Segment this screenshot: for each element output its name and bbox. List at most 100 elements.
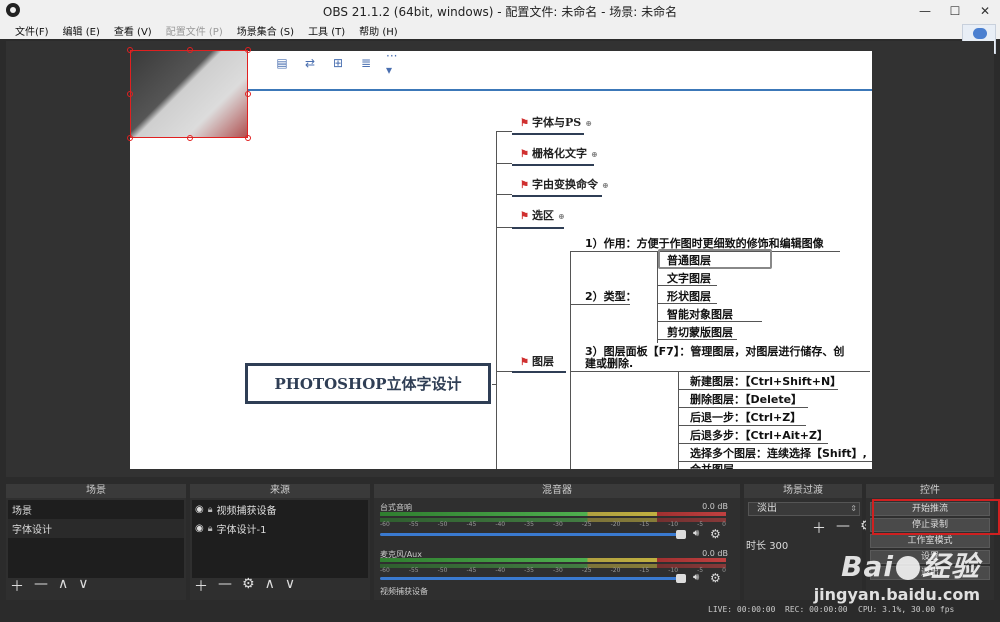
connector [570, 304, 630, 305]
resize-handle[interactable] [245, 47, 251, 53]
live-timer: LIVE: 00:00:00 [708, 605, 776, 614]
move-down-button[interactable]: ∨ [285, 576, 295, 596]
gear-icon[interactable]: ⚙ [710, 571, 721, 585]
cpu-fps: CPU: 3.1%, 30.00 fps [858, 605, 955, 614]
branch-node-layers[interactable]: ⚑ 图层 [520, 353, 554, 369]
minimize-button[interactable]: — [910, 0, 940, 21]
remove-source-button[interactable]: — [218, 576, 232, 596]
resize-handle[interactable] [187, 47, 193, 53]
volume-slider[interactable] [380, 577, 682, 580]
branch-node[interactable]: ⚑ 选区 ⊕ [520, 207, 565, 223]
save-icon[interactable]: ▤ [274, 56, 290, 70]
op-item[interactable]: 选择多个图层：连续选择【Shift】, [690, 445, 867, 461]
sources-dock: 来源 ◉ 🔒︎ 视频捕获设备 ◉ 🔒︎ 字体设计-1 ＋ — ⚙ ∧ ∨ [190, 484, 370, 600]
connector [570, 371, 870, 372]
eye-icon[interactable]: ◉ [195, 504, 204, 515]
add-transition-button[interactable]: ＋ [812, 518, 826, 538]
volume-slider-knob[interactable] [676, 530, 686, 539]
layer-type-label[interactable]: 2）类型： [585, 288, 637, 304]
preview-area[interactable]: ▤ ⇄ ⊞ ≣ ··· ▾ ⚑ 字体与PS ⊕ ⚑ 栅格化文字 ⊕ ⚑ 字由变换命令 ⊕ ⚑… [6, 41, 994, 477]
branch-underline [512, 133, 584, 135]
channel-db: 0.0 dB [702, 549, 728, 558]
resize-handle[interactable] [245, 91, 251, 97]
maximize-button[interactable]: ☐ [940, 0, 970, 21]
op-item[interactable]: 合并图层 [690, 461, 734, 469]
central-topic[interactable]: PHOTOSHOP立体字设计 [245, 363, 491, 404]
branch-node[interactable]: ⚑ 字由变换命令 ⊕ [520, 176, 609, 192]
resize-handle[interactable] [127, 91, 133, 97]
paw-logo-icon [895, 556, 920, 580]
menu-edit[interactable]: 编辑 (E) [56, 21, 107, 39]
scene-item[interactable]: 字体设计 [8, 519, 184, 538]
swap-icon[interactable]: ⇄ [302, 56, 318, 70]
add-source-button[interactable]: ＋ [194, 576, 208, 596]
op-item[interactable]: 后退多步：【Ctrl+Ait+Z】 [690, 427, 828, 443]
menu-scene-collection[interactable]: 场景集合 (S) [230, 21, 301, 39]
volume-slider[interactable] [380, 533, 682, 536]
source-item[interactable]: ◉ 🔒︎ 字体设计-1 [192, 519, 368, 538]
source-label: 字体设计-1 [216, 525, 267, 536]
transition-select[interactable]: 淡出 ⇕ [748, 502, 860, 516]
resize-handle[interactable] [245, 135, 251, 141]
meter-ticks: -60 -55 -50 -45 -40 -35 -30 -25 -20 -15 -10 -5 0 [380, 521, 726, 528]
meter-ticks: -60 -55 -50 -45 -40 -35 -30 -25 -20 -15 -10 -5 0 [380, 567, 726, 574]
sources-list[interactable]: ◉ 🔒︎ 视频捕获设备 ◉ 🔒︎ 字体设计-1 [192, 500, 368, 578]
window-title: OBS 21.1.2 (64bit, windows) - 配置文件: 未命名 … [322, 5, 678, 19]
branch-connector [496, 131, 497, 469]
type-item[interactable]: 普通图层 [667, 252, 711, 268]
move-up-button[interactable]: ∧ [265, 576, 275, 596]
add-scene-button[interactable]: ＋ [10, 576, 24, 596]
mixer-channels: 台式音响 0.0 dB -60 -55 -50 -45 -40 -35 -30 -25 -20-… [376, 500, 738, 598]
branch-underline [512, 227, 564, 229]
menu-help[interactable]: 帮助 (H) [352, 21, 405, 39]
more-icon[interactable]: ··· ▾ [386, 51, 402, 77]
branch-node[interactable]: ⚑ 字体与PS ⊕ [520, 114, 592, 130]
lock-icon[interactable]: 🔒︎ [208, 505, 213, 515]
volume-slider-knob[interactable] [676, 574, 686, 583]
type-item[interactable]: 剪切蒙版图层 [667, 324, 733, 340]
lock-icon[interactable]: 🔒︎ [208, 524, 213, 534]
speaker-icon[interactable]: 🔊︎ [693, 528, 699, 539]
close-button[interactable]: ✕ [970, 0, 1000, 21]
connector [678, 443, 828, 444]
remove-transition-button[interactable]: — [836, 518, 850, 538]
branch-underline [512, 195, 602, 197]
type-item[interactable]: 文字图层 [667, 270, 711, 286]
layer-panel-text-cont[interactable]: 建或删除. [585, 355, 633, 371]
scenes-list[interactable]: 场景 字体设计 [8, 500, 184, 578]
branch-node[interactable]: ⚑ 栅格化文字 ⊕ [520, 145, 598, 161]
mixer-dock: 混音器 台式音响 0.0 dB -60 -55 -50 -45 -40 -35 -30 -25… [374, 484, 740, 600]
source-settings-gear-icon[interactable]: ⚙ [242, 576, 255, 596]
video-capture-source[interactable] [127, 47, 251, 141]
menu-tools[interactable]: 工具 (T) [301, 21, 352, 39]
menu-view[interactable]: 查看 (V) [107, 21, 159, 39]
move-down-button[interactable]: ∨ [78, 576, 88, 596]
resize-handle[interactable] [127, 135, 133, 141]
connector [496, 163, 512, 164]
op-item[interactable]: 删除图层：【Delete】 [690, 391, 802, 407]
gear-icon[interactable]: ⚙ [710, 527, 721, 541]
eye-icon[interactable]: ◉ [195, 523, 204, 534]
speaker-icon[interactable]: 🔊︎ [693, 572, 699, 583]
layout-icon[interactable]: ⊞ [330, 56, 346, 70]
move-up-button[interactable]: ∧ [58, 576, 68, 596]
scene-item[interactable]: 场景 [8, 500, 184, 519]
remove-scene-button[interactable]: — [34, 576, 48, 596]
menu-file[interactable]: 文件(F) [8, 21, 56, 39]
source-label: 视频捕获设备 [216, 506, 277, 517]
toolbar-divider [248, 89, 872, 91]
level-meter [380, 512, 726, 516]
menu-profile[interactable]: 配置文件 (P) [159, 21, 230, 39]
op-item[interactable]: 后退一步：【Ctrl+Z】 [690, 409, 801, 425]
title-bar: OBS 21.1.2 (64bit, windows) - 配置文件: 未命名 … [0, 0, 1000, 21]
op-item[interactable]: 新建图层：【Ctrl+Shift+N】 [690, 373, 841, 389]
branch-underline [512, 371, 566, 373]
type-item[interactable]: 智能对象图层 [667, 306, 733, 322]
type-item[interactable]: 形状图层 [667, 288, 711, 304]
duration-input[interactable]: 300 [769, 541, 788, 552]
channel-name: 视频捕获设备 [380, 587, 428, 596]
resize-handle[interactable] [187, 135, 193, 141]
resize-handle[interactable] [127, 47, 133, 53]
source-item[interactable]: ◉ 🔒︎ 视频捕获设备 [192, 500, 368, 519]
doc-icon[interactable]: ≣ [358, 56, 374, 70]
